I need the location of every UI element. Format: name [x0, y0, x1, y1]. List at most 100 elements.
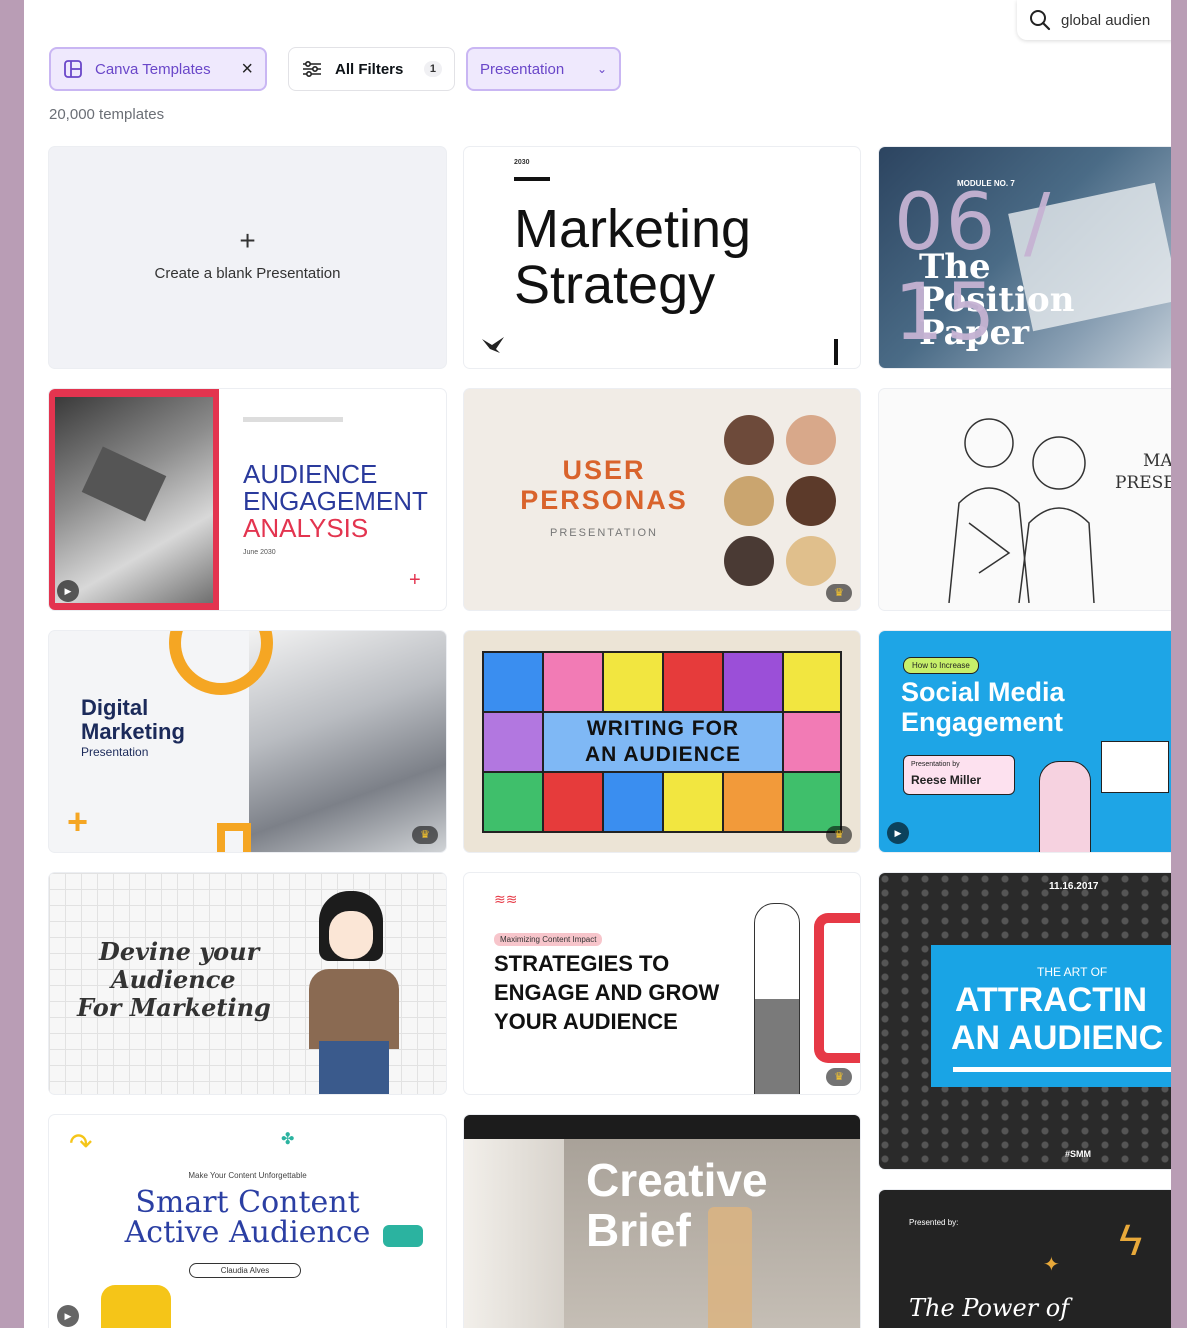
hourglass — [708, 1207, 752, 1328]
presenter-label: Presented by: — [909, 1218, 959, 1227]
avatar — [786, 476, 836, 526]
orange-square — [217, 823, 251, 852]
anime-character — [299, 891, 409, 1094]
all-filters-button[interactable]: All Filters 1 — [288, 47, 455, 91]
template-title-line: PRESE — [1115, 473, 1171, 493]
template-card-writing-for-audience[interactable]: WRITING FOR AN AUDIENCE ♛ — [464, 631, 860, 852]
avatar — [724, 415, 774, 465]
search-icon — [1030, 10, 1051, 31]
top-bar — [464, 1115, 860, 1139]
premium-crown-icon: ♛ — [826, 1068, 852, 1086]
divider — [514, 177, 550, 181]
page-counter: 06 / 15 — [894, 178, 1053, 358]
plus-icon: + — [409, 569, 421, 591]
avatar — [786, 415, 836, 465]
grid-cell — [784, 653, 840, 711]
template-title-line: YOUR AUDIENCE — [494, 1009, 678, 1034]
curtain — [464, 1139, 564, 1328]
template-title-line: Strategy — [514, 255, 716, 315]
all-filters-label: All Filters — [335, 60, 404, 78]
template-card-marketing-strategy[interactable]: 2030 Marketing Strategy — [464, 147, 860, 368]
template-card-strategies[interactable]: ≋≋ Maximizing Content Impact STRATEGIES … — [464, 873, 860, 1094]
template-card-attracting-audience[interactable]: 11.16.2017 THE ART OF ATTRACTIN AN AUDIE… — [879, 873, 1171, 1169]
filter-chip-label: Presentation — [480, 60, 565, 78]
play-icon[interactable]: ▶ — [57, 1305, 79, 1327]
template-title-line: Marketing — [514, 199, 752, 259]
filter-chip-presentation[interactable]: Presentation ⌄ — [466, 47, 621, 91]
template-card-social-media[interactable]: How to Increase Social Media Engagement … — [879, 631, 1171, 852]
person-figure — [754, 903, 800, 1094]
grid-cell — [484, 653, 542, 711]
avatar — [724, 476, 774, 526]
results-count: 20,000 templates — [49, 106, 165, 123]
laptop-figure — [101, 1285, 171, 1328]
avatar — [786, 536, 836, 586]
template-tag: Maximizing Content Impact — [494, 933, 603, 946]
template-title-line: ATTRACTIN — [955, 981, 1147, 1019]
template-pretitle: THE ART OF — [1037, 965, 1108, 979]
create-blank-label: Create a blank Presentation — [154, 265, 341, 282]
template-title-line: Brief — [586, 1204, 691, 1256]
template-icon — [64, 60, 82, 78]
search-input[interactable]: global audien — [1061, 12, 1150, 29]
underline-bar — [953, 1067, 1171, 1072]
lightning-icon: ϟ — [1119, 1216, 1143, 1265]
filter-chip-canva-templates[interactable]: Canva Templates × — [49, 47, 267, 91]
play-icon[interactable]: ▶ — [887, 822, 909, 844]
template-card-user-personas[interactable]: USER PERSONAS PRESENTATION ♛ — [464, 389, 860, 610]
search-box[interactable]: global audien — [1017, 0, 1171, 40]
photo-hands — [249, 631, 446, 852]
template-card-digital-marketing[interactable]: Digital Marketing Presentation + ♛ — [49, 631, 446, 852]
template-title-line: ENGAGE AND GROW — [494, 980, 720, 1005]
template-title-line: ANALYSIS — [243, 513, 369, 543]
accent-bar — [834, 339, 838, 365]
premium-crown-icon: ♛ — [412, 826, 438, 844]
doodle-arrow: ↷ — [69, 1128, 93, 1159]
create-blank-card[interactable]: + Create a blank Presentation — [49, 147, 446, 368]
sliders-icon — [303, 60, 321, 78]
plus-icon: + — [239, 225, 256, 256]
person-figure — [1039, 761, 1091, 852]
template-card-audience-engagement[interactable]: ▶ AUDIENCE ENGAGEMENT ANALYSIS June 2030… — [49, 389, 446, 610]
avatar — [724, 536, 774, 586]
chevron-down-icon: ⌄ — [596, 62, 607, 76]
bird-logo-icon — [482, 337, 504, 353]
template-title-line: Social Media — [901, 677, 1065, 707]
template-title-line: WRITING FOR — [586, 717, 740, 740]
template-card-ma-presentation[interactable]: MA PRESE — [879, 389, 1171, 610]
grid-cell — [544, 653, 602, 711]
chart-board — [1101, 741, 1169, 793]
template-title-line: For Marketing — [77, 993, 271, 1022]
grid-cell — [544, 773, 602, 831]
template-card-smart-content[interactable]: ↷ ✤ Make Your Content Unforgettable Smar… — [49, 1115, 446, 1328]
grid-cell — [784, 773, 840, 831]
template-title-line: PERSONAS — [520, 485, 688, 515]
premium-crown-icon: ♛ — [826, 584, 852, 602]
grid-cell — [604, 653, 662, 711]
template-title-line: AN AUDIENC — [951, 1019, 1164, 1057]
template-title-line: STRATEGIES TO — [494, 951, 670, 976]
template-title-line: AN AUDIENCE — [584, 743, 742, 766]
small-brand-line — [243, 417, 343, 422]
grid-cell — [664, 653, 722, 711]
template-title-line: USER — [562, 455, 646, 485]
grid-cell — [784, 713, 840, 771]
template-title-line: Audience — [111, 965, 236, 994]
template-title-line: The Power of — [909, 1294, 1070, 1322]
template-card-power-of[interactable]: Presented by: ϟ ✦ The Power of — [879, 1190, 1171, 1328]
chat-bubble — [383, 1225, 423, 1247]
hashtag: #SMM — [1065, 1149, 1092, 1159]
template-tag: Make Your Content Unforgettable — [188, 1171, 307, 1180]
template-title-line: Marketing — [81, 719, 185, 744]
phone-shape — [814, 913, 860, 1063]
play-icon[interactable]: ▶ — [57, 580, 79, 602]
template-card-creative-brief[interactable]: Creative Brief — [464, 1115, 860, 1328]
close-icon[interactable]: × — [241, 58, 253, 81]
template-year: 2030 — [514, 159, 530, 166]
grid-cell — [484, 773, 542, 831]
grid-cell — [724, 653, 782, 711]
grid-cell — [724, 773, 782, 831]
template-card-devine-audience[interactable]: Devine your Audience For Marketing — [49, 873, 446, 1094]
template-title-line: Digital — [81, 695, 149, 720]
template-date: June 2030 — [243, 549, 276, 556]
